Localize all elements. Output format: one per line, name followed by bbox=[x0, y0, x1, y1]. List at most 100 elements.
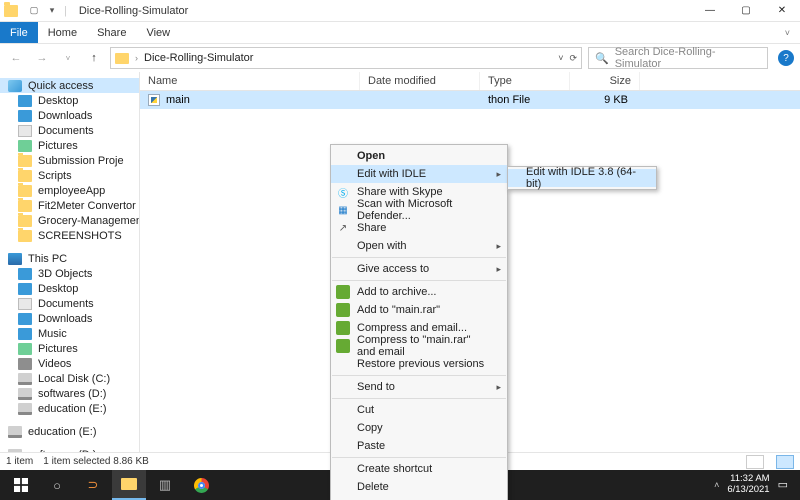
taskbar-chrome[interactable] bbox=[184, 470, 218, 500]
breadcrumb[interactable]: Dice-Rolling-Simulator bbox=[144, 52, 253, 64]
maximize-button[interactable]: ▢ bbox=[728, 0, 764, 22]
nav-up-button[interactable]: ↑ bbox=[84, 48, 104, 68]
help-button[interactable]: ? bbox=[778, 50, 794, 66]
sidebar-item-documents[interactable]: Documents bbox=[0, 296, 139, 311]
sidebar-item-label: Videos bbox=[38, 358, 71, 370]
sidebar-item-desktop[interactable]: Desktop bbox=[0, 93, 139, 108]
ctx-cut[interactable]: Cut bbox=[331, 401, 507, 419]
qat-dropdown-icon[interactable]: ▾ bbox=[44, 3, 60, 19]
folder-icon bbox=[18, 230, 32, 242]
column-size[interactable]: Size bbox=[570, 72, 640, 90]
ctx-send-to[interactable]: Send to▸ bbox=[331, 378, 507, 396]
sidebar-item-label: softwares (D:) bbox=[38, 388, 106, 400]
sidebar-item-drive-e[interactable]: education (E:) bbox=[0, 401, 139, 416]
sidebar-item-downloads[interactable]: Downloads bbox=[0, 311, 139, 326]
sidebar-item-folder[interactable]: SCREENSHOTS bbox=[0, 228, 139, 243]
file-row[interactable]: main thon File 9 KB bbox=[140, 91, 800, 109]
sidebar-item-pictures[interactable]: Pictures bbox=[0, 341, 139, 356]
ctx-rename[interactable]: Rename bbox=[331, 496, 507, 500]
sidebar-item-drive-d[interactable]: softwares (D:) bbox=[0, 386, 139, 401]
quick-access-toolbar: ▢ ▾ bbox=[26, 3, 60, 19]
ctx-open[interactable]: Open bbox=[331, 147, 507, 165]
ctx-item-label: Add to "main.rar" bbox=[357, 304, 440, 316]
sidebar-item-label: Downloads bbox=[38, 313, 92, 325]
ctx-create-shortcut[interactable]: Create shortcut bbox=[331, 460, 507, 478]
taskbar-search-button[interactable]: ○ bbox=[40, 470, 74, 500]
sidebar-item-3d-objects[interactable]: 3D Objects bbox=[0, 266, 139, 281]
address-dropdown-icon[interactable]: ˅ bbox=[558, 53, 563, 64]
search-input[interactable]: 🔍 Search Dice-Rolling-Simulator bbox=[588, 47, 768, 69]
address-refresh-icon[interactable]: ⟳ bbox=[569, 53, 577, 64]
view-details-button[interactable] bbox=[746, 455, 764, 469]
view-large-icons-button[interactable] bbox=[776, 455, 794, 469]
tray-notifications-icon[interactable]: ▭ bbox=[778, 479, 788, 492]
taskbar-app[interactable]: ▥ bbox=[148, 470, 182, 500]
ctx-restore-versions[interactable]: Restore previous versions bbox=[331, 355, 507, 373]
nav-forward-button[interactable]: → bbox=[32, 48, 52, 68]
ctx-open-with[interactable]: Open with▸ bbox=[331, 237, 507, 255]
ctx-delete[interactable]: Delete bbox=[331, 478, 507, 496]
sidebar-quick-access[interactable]: Quick access bbox=[0, 78, 139, 93]
sidebar-item-folder[interactable]: Scripts bbox=[0, 168, 139, 183]
ctx-compress-rar-email[interactable]: Compress to "main.rar" and email bbox=[331, 337, 507, 355]
sidebar-item-desktop[interactable]: Desktop bbox=[0, 281, 139, 296]
minimize-button[interactable]: — bbox=[692, 0, 728, 22]
ctx-copy[interactable]: Copy bbox=[331, 419, 507, 437]
ctx-item-label: Send to bbox=[357, 381, 395, 393]
ctx-paste[interactable]: Paste bbox=[331, 437, 507, 455]
ctx-edit-idle[interactable]: Edit with IDLE▸ bbox=[331, 165, 507, 183]
sidebar-item-drive-d[interactable]: softwares (D:) bbox=[0, 447, 139, 452]
ctx-scan-defender[interactable]: ▦Scan with Microsoft Defender... bbox=[331, 201, 507, 219]
sidebar-this-pc[interactable]: This PC bbox=[0, 251, 139, 266]
start-button[interactable] bbox=[4, 470, 38, 500]
sidebar-item-downloads[interactable]: Downloads bbox=[0, 108, 139, 123]
sidebar-item-drive-e[interactable]: education (E:) bbox=[0, 424, 139, 439]
sidebar-item-music[interactable]: Music bbox=[0, 326, 139, 341]
file-type: thon File bbox=[480, 94, 570, 106]
ctx-add-archive[interactable]: Add to archive... bbox=[331, 283, 507, 301]
sidebar-item-folder[interactable]: Submission Proje bbox=[0, 153, 139, 168]
tray-date: 6/13/2021 bbox=[727, 485, 769, 496]
taskbar-explorer[interactable] bbox=[112, 470, 146, 500]
ctx-share[interactable]: ↗Share bbox=[331, 219, 507, 237]
sidebar-item-label: Documents bbox=[38, 298, 94, 310]
system-tray[interactable]: ˄ 11:32 AM 6/13/2021 ▭ bbox=[714, 474, 796, 496]
ctx-edit-idle-38[interactable]: Edit with IDLE 3.8 (64-bit) bbox=[508, 169, 656, 187]
status-selection: 1 item selected 8.86 KB bbox=[43, 456, 149, 467]
sidebar-item-label: education (E:) bbox=[38, 403, 106, 415]
column-name[interactable]: Name bbox=[140, 72, 360, 90]
window-title: Dice-Rolling-Simulator bbox=[79, 5, 188, 17]
tab-view[interactable]: View bbox=[136, 22, 180, 43]
qat-item[interactable]: ▢ bbox=[26, 3, 42, 19]
address-folder-icon bbox=[115, 53, 129, 64]
ctx-add-rar[interactable]: Add to "main.rar" bbox=[331, 301, 507, 319]
sidebar-item-documents[interactable]: Documents bbox=[0, 123, 139, 138]
ctx-separator bbox=[332, 398, 506, 399]
sidebar-item-folder[interactable]: employeeApp bbox=[0, 183, 139, 198]
close-button[interactable]: ✕ bbox=[764, 0, 800, 22]
nav-back-button[interactable]: ← bbox=[6, 48, 26, 68]
column-date[interactable]: Date modified bbox=[360, 72, 480, 90]
sidebar-item-folder[interactable]: Grocery-Management bbox=[0, 213, 139, 228]
sidebar-item-pictures[interactable]: Pictures bbox=[0, 138, 139, 153]
tab-home[interactable]: Home bbox=[38, 22, 87, 43]
nav-recent-dropdown[interactable]: ˅ bbox=[58, 48, 78, 68]
ribbon-expand-icon[interactable]: ˅ bbox=[775, 22, 800, 43]
tray-overflow-icon[interactable]: ˄ bbox=[714, 480, 719, 490]
tray-clock[interactable]: 11:32 AM 6/13/2021 bbox=[727, 474, 769, 496]
sidebar-item-drive-c[interactable]: Local Disk (C:) bbox=[0, 371, 139, 386]
drive-icon bbox=[18, 373, 32, 385]
ctx-item-label: Open with bbox=[357, 240, 407, 252]
tab-file[interactable]: File bbox=[0, 22, 38, 43]
chevron-right-icon[interactable]: › bbox=[135, 53, 138, 63]
sidebar-item-videos[interactable]: Videos bbox=[0, 356, 139, 371]
chevron-right-icon: ▸ bbox=[496, 169, 501, 180]
column-type[interactable]: Type bbox=[480, 72, 570, 90]
sidebar-item-folder[interactable]: Fit2Meter Convertor bbox=[0, 198, 139, 213]
ctx-give-access[interactable]: Give access to▸ bbox=[331, 260, 507, 278]
address-bar[interactable]: › Dice-Rolling-Simulator ˅ ⟳ bbox=[110, 47, 582, 69]
folder-icon bbox=[18, 200, 32, 212]
status-item-count: 1 item bbox=[6, 456, 33, 467]
tab-share[interactable]: Share bbox=[87, 22, 136, 43]
taskbar-app[interactable]: ⊃ bbox=[76, 470, 110, 500]
